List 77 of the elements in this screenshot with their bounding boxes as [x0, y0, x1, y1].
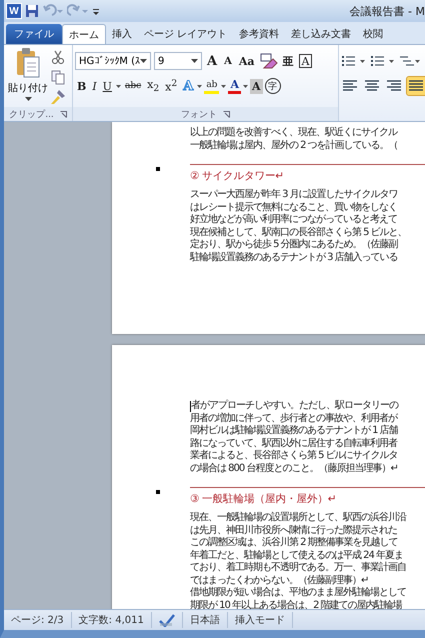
- text-line: 現在候補として、駅南口の長谷部さくら第 5 ビルと、: [190, 226, 407, 238]
- group-label: フォント: [181, 108, 217, 120]
- ribbon-tab[interactable]: 参考資料: [233, 24, 286, 44]
- font-color-button[interactable]: A: [228, 78, 241, 94]
- text-line: 年着工だと、駐輪場として使えるのは平成 24 年夏ま: [190, 550, 404, 562]
- font-size-dropdown[interactable]: 9: [154, 52, 202, 70]
- align-button[interactable]: [407, 77, 425, 95]
- dropdown-arrow-icon[interactable]: [191, 59, 198, 63]
- highlight-button[interactable]: ab: [204, 78, 220, 94]
- numbered-list-icon[interactable]: [370, 53, 396, 69]
- text-line: 好立地などが高い利用率につながっていると考えて: [190, 214, 397, 226]
- ribbon-tab[interactable]: 校閲: [357, 24, 390, 44]
- section-heading: ③ 一般駐輪場（屋内・屋外）↵: [190, 487, 425, 506]
- character-border-button[interactable]: A: [298, 54, 312, 68]
- text-line: 業者によると、長谷部さくら第 5 ビルにサイクルタ: [190, 450, 398, 462]
- script-button[interactable]: x$_{2}$: [145, 77, 162, 95]
- strikethrough-button[interactable]: abc: [122, 77, 144, 95]
- text-line: この調整区域は、浜谷川第 2 期整備事業を見越して: [190, 537, 398, 550]
- dialog-launcher-icon[interactable]: [60, 110, 67, 118]
- dropdown-arrow-icon[interactable]: [243, 84, 248, 88]
- character-shading-button[interactable]: A: [250, 78, 263, 94]
- format-painter-icon[interactable]: [50, 89, 66, 105]
- bullet-list-icon[interactable]: [341, 53, 367, 69]
- text-line: 現在、一般駐輪場の設置場所として、駅西の浜谷川沿: [190, 512, 406, 524]
- change-case-button[interactable]: Aa: [236, 52, 257, 70]
- dropdown-arrow-icon[interactable]: [197, 84, 202, 88]
- font-name-dropdown[interactable]: HGｺﾞｼｯｸM (ｽ: [75, 52, 151, 70]
- text-line: 一般駐輪場は屋内、屋外の 2 つを計画している。（: [190, 140, 398, 152]
- anchor-mark-icon: [156, 490, 160, 494]
- text-line: スーパー大西屋が昨年 3 月に設置したサイクルタワ: [190, 189, 398, 202]
- save-icon[interactable]: [25, 4, 39, 18]
- anchor-mark-icon: [156, 167, 160, 171]
- clear-formatting-icon[interactable]: [260, 52, 278, 70]
- word-count[interactable]: 文字数: 4,011: [72, 612, 152, 628]
- text-line: 駐輪場設置義務のあるテナントが 3 店舗入っている: [190, 252, 398, 264]
- ribbon-tab[interactable]: ページ レイアウト: [138, 24, 234, 44]
- enclose-characters-button[interactable]: 字: [264, 78, 281, 94]
- shrink-font-button[interactable]: A: [222, 52, 234, 70]
- scissors-icon[interactable]: [50, 49, 66, 65]
- script-button[interactable]: x$^{2}$: [163, 77, 180, 95]
- bold-button[interactable]: B: [75, 77, 88, 95]
- underline-button[interactable]: U: [100, 77, 114, 95]
- section-heading: ② サイクルタワー↵: [190, 164, 425, 183]
- text-line: 路になっていて、駅西以外に居住する自転車利用者: [190, 438, 397, 450]
- clipboard-icon[interactable]: [15, 47, 41, 79]
- text-line: はレシート提示で無料になること、買い物をしなく: [190, 202, 397, 214]
- phonetic-guide-button[interactable]: 亜: [280, 52, 296, 70]
- grow-font-button[interactable]: A: [205, 52, 220, 70]
- ribbon-tab[interactable]: ファイル: [6, 24, 62, 44]
- dropdown-arrow-icon[interactable]: [140, 59, 147, 63]
- ribbon-tab[interactable]: 挿入: [106, 24, 138, 44]
- dropdown-arrow-icon[interactable]: [116, 84, 121, 88]
- ribbon-tab[interactable]: 差し込み文書: [285, 24, 358, 44]
- dialog-launcher-icon[interactable]: [223, 110, 230, 118]
- page-indicator[interactable]: ページ: 2/3: [4, 612, 72, 628]
- text-line: は先月、神田川市役所へ陳情に行った際提示された: [190, 524, 397, 536]
- paste-button[interactable]: 貼り付け: [6, 47, 50, 107]
- text-line: ており、着工時期も不透明である。万一、事業計画自: [190, 562, 406, 574]
- text-line: ではまったくわからない。（佐藤副理事）↵: [190, 574, 368, 586]
- copy-icon[interactable]: [50, 69, 66, 85]
- text-line: 以上の問題を改善すべく、現在、駅近くにサイクル: [190, 127, 397, 140]
- proofing-icon[interactable]: [158, 613, 175, 627]
- group-label: クリップ...: [9, 108, 54, 120]
- window-title: 会議報告書 - M: [350, 4, 425, 18]
- text-line: の場合は 800 台程度とのこと。（藤原担当理事）↵: [190, 462, 398, 475]
- text-line: 用者の増加に伴って、歩行者との事故や、利用者が: [190, 412, 397, 424]
- app-icon[interactable]: W: [6, 3, 22, 19]
- text-line: 定おり、駅から徒歩 5 分圏内にあるため。（佐藤副: [190, 239, 398, 252]
- text-line: 借地期限が短い場合は、平地のまま屋外駐輪場として: [190, 587, 406, 600]
- ribbon-tab[interactable]: ホーム: [62, 24, 106, 44]
- text-line: 岡村ビルは駐輪場設置義務のあるテナントが 1 店舗: [190, 425, 398, 438]
- italic-button[interactable]: I: [90, 77, 99, 95]
- dropdown-arrow-icon[interactable]: [221, 84, 226, 88]
- language-indicator[interactable]: 日本語: [182, 612, 228, 628]
- text-line: 者がアプローチしやすい。ただし、駅ロータリーの: [191, 400, 398, 412]
- insert-mode-indicator[interactable]: 挿入モード: [228, 612, 293, 628]
- caret-icon[interactable]: [24, 97, 32, 101]
